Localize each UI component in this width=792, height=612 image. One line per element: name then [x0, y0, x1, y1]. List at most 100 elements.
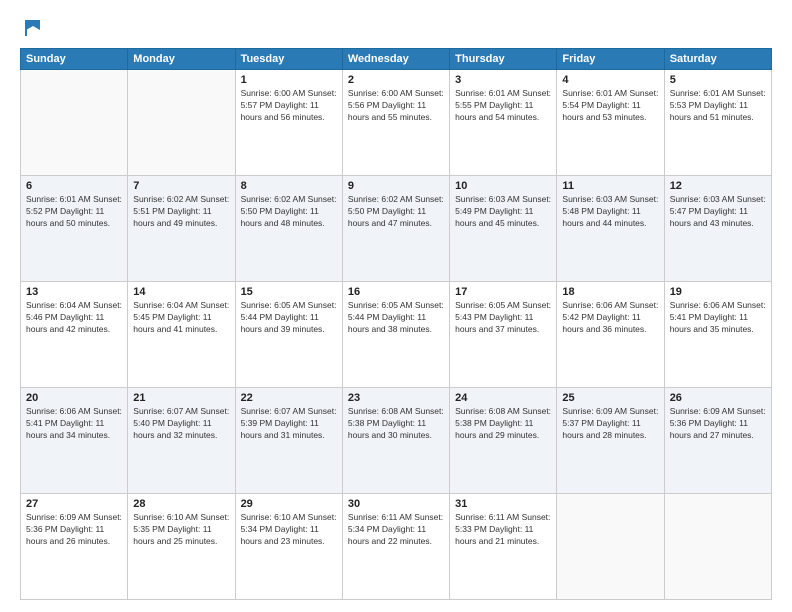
calendar-week-row: 27 Sunrise: 6:09 AM Sunset: 5:36 PM Dayli…: [21, 494, 772, 600]
calendar-day-cell: 27 Sunrise: 6:09 AM Sunset: 5:36 PM Dayli…: [21, 494, 128, 600]
weekday-header-row: SundayMondayTuesdayWednesdayThursdayFrid…: [21, 49, 772, 70]
calendar-day-cell: 25 Sunrise: 6:09 AM Sunset: 5:37 PM Dayli…: [557, 388, 664, 494]
calendar-day-cell: 4 Sunrise: 6:01 AM Sunset: 5:54 PM Daylig…: [557, 70, 664, 176]
day-number: 7: [133, 180, 229, 192]
day-info: Sunrise: 6:09 AM Sunset: 5:36 PM Dayligh…: [670, 406, 766, 442]
day-number: 28: [133, 498, 229, 510]
day-info: Sunrise: 6:11 AM Sunset: 5:33 PM Dayligh…: [455, 512, 551, 548]
day-info: Sunrise: 6:08 AM Sunset: 5:38 PM Dayligh…: [348, 406, 444, 442]
day-number: 4: [562, 74, 658, 86]
calendar-day-cell: 16 Sunrise: 6:05 AM Sunset: 5:44 PM Dayli…: [342, 282, 449, 388]
day-number: 23: [348, 392, 444, 404]
day-info: Sunrise: 6:02 AM Sunset: 5:51 PM Dayligh…: [133, 194, 229, 230]
day-number: 22: [241, 392, 337, 404]
calendar-day-cell: 9Sunrise: 6:02 AM Sunset: 5:50 PM Daylig…: [342, 176, 449, 282]
day-info: Sunrise: 6:04 AM Sunset: 5:46 PM Dayligh…: [26, 300, 122, 336]
day-number: 8: [241, 180, 337, 192]
calendar-day-cell: 26Sunrise: 6:09 AM Sunset: 5:36 PM Dayli…: [664, 388, 771, 494]
day-number: 2: [348, 74, 444, 86]
calendar-day-cell: 20 Sunrise: 6:06 AM Sunset: 5:41 PM Dayli…: [21, 388, 128, 494]
day-number: 1: [241, 74, 337, 86]
day-info: Sunrise: 6:01 AM Sunset: 5:55 PM Dayligh…: [455, 88, 551, 124]
day-number: 21: [133, 392, 229, 404]
calendar-day-cell: 15Sunrise: 6:05 AM Sunset: 5:44 PM Dayli…: [235, 282, 342, 388]
weekday-header-sunday: Sunday: [21, 49, 128, 70]
day-number: 17: [455, 286, 551, 298]
day-info: Sunrise: 6:03 AM Sunset: 5:48 PM Dayligh…: [562, 194, 658, 230]
day-info: Sunrise: 6:01 AM Sunset: 5:54 PM Dayligh…: [562, 88, 658, 124]
calendar-day-cell: [557, 494, 664, 600]
weekday-header-thursday: Thursday: [450, 49, 557, 70]
day-number: 19: [670, 286, 766, 298]
day-info: Sunrise: 6:11 AM Sunset: 5:34 PM Dayligh…: [348, 512, 444, 548]
day-number: 18: [562, 286, 658, 298]
weekday-header-saturday: Saturday: [664, 49, 771, 70]
day-number: 27: [26, 498, 122, 510]
day-number: 15: [241, 286, 337, 298]
day-info: Sunrise: 6:00 AM Sunset: 5:56 PM Dayligh…: [348, 88, 444, 124]
calendar-day-cell: 12 Sunrise: 6:03 AM Sunset: 5:47 PM Dayli…: [664, 176, 771, 282]
day-info: Sunrise: 6:09 AM Sunset: 5:37 PM Dayligh…: [562, 406, 658, 442]
calendar-day-cell: 29 Sunrise: 6:10 AM Sunset: 5:34 PM Dayli…: [235, 494, 342, 600]
calendar-day-cell: 5 Sunrise: 6:01 AM Sunset: 5:53 PM Daylig…: [664, 70, 771, 176]
calendar-week-row: 1 Sunrise: 6:00 AM Sunset: 5:57 PM Daylig…: [21, 70, 772, 176]
calendar-day-cell: 23 Sunrise: 6:08 AM Sunset: 5:38 PM Dayli…: [342, 388, 449, 494]
weekday-header-tuesday: Tuesday: [235, 49, 342, 70]
day-number: 31: [455, 498, 551, 510]
day-info: Sunrise: 6:07 AM Sunset: 5:40 PM Dayligh…: [133, 406, 229, 442]
day-number: 16: [348, 286, 444, 298]
day-number: 11: [562, 180, 658, 192]
calendar-day-cell: 14 Sunrise: 6:04 AM Sunset: 5:45 PM Dayli…: [128, 282, 235, 388]
day-number: 5: [670, 74, 766, 86]
weekday-header-friday: Friday: [557, 49, 664, 70]
day-info: Sunrise: 6:03 AM Sunset: 5:47 PM Dayligh…: [670, 194, 766, 230]
calendar-day-cell: 7 Sunrise: 6:02 AM Sunset: 5:51 PM Daylig…: [128, 176, 235, 282]
logo-general: [20, 16, 44, 38]
day-info: Sunrise: 6:09 AM Sunset: 5:36 PM Dayligh…: [26, 512, 122, 548]
calendar-day-cell: 22 Sunrise: 6:07 AM Sunset: 5:39 PM Dayli…: [235, 388, 342, 494]
day-number: 12: [670, 180, 766, 192]
calendar-table: SundayMondayTuesdayWednesdayThursdayFrid…: [20, 48, 772, 600]
day-number: 30: [348, 498, 444, 510]
day-info: Sunrise: 6:03 AM Sunset: 5:49 PM Dayligh…: [455, 194, 551, 230]
day-info: Sunrise: 6:05 AM Sunset: 5:43 PM Dayligh…: [455, 300, 551, 336]
day-info: Sunrise: 6:10 AM Sunset: 5:34 PM Dayligh…: [241, 512, 337, 548]
day-number: 29: [241, 498, 337, 510]
day-number: 13: [26, 286, 122, 298]
day-info: Sunrise: 6:00 AM Sunset: 5:57 PM Dayligh…: [241, 88, 337, 124]
day-info: Sunrise: 6:10 AM Sunset: 5:35 PM Dayligh…: [133, 512, 229, 548]
calendar-day-cell: 31 Sunrise: 6:11 AM Sunset: 5:33 PM Dayli…: [450, 494, 557, 600]
calendar-day-cell: 10 Sunrise: 6:03 AM Sunset: 5:49 PM Dayli…: [450, 176, 557, 282]
weekday-header-monday: Monday: [128, 49, 235, 70]
day-number: 6: [26, 180, 122, 192]
day-number: 14: [133, 286, 229, 298]
day-number: 20: [26, 392, 122, 404]
calendar-day-cell: 18Sunrise: 6:06 AM Sunset: 5:42 PM Dayli…: [557, 282, 664, 388]
day-info: Sunrise: 6:05 AM Sunset: 5:44 PM Dayligh…: [348, 300, 444, 336]
calendar-day-cell: 11 Sunrise: 6:03 AM Sunset: 5:48 PM Dayli…: [557, 176, 664, 282]
day-number: 9: [348, 180, 444, 192]
day-info: Sunrise: 6:08 AM Sunset: 5:38 PM Dayligh…: [455, 406, 551, 442]
calendar-day-cell: 21 Sunrise: 6:07 AM Sunset: 5:40 PM Dayli…: [128, 388, 235, 494]
day-info: Sunrise: 6:06 AM Sunset: 5:41 PM Dayligh…: [670, 300, 766, 336]
day-info: Sunrise: 6:01 AM Sunset: 5:53 PM Dayligh…: [670, 88, 766, 124]
header: [20, 16, 772, 38]
day-info: Sunrise: 6:04 AM Sunset: 5:45 PM Dayligh…: [133, 300, 229, 336]
logo-flag-icon: [22, 16, 44, 38]
calendar-day-cell: 1 Sunrise: 6:00 AM Sunset: 5:57 PM Daylig…: [235, 70, 342, 176]
calendar-day-cell: [664, 494, 771, 600]
page: SundayMondayTuesdayWednesdayThursdayFrid…: [0, 0, 792, 612]
calendar-day-cell: 19 Sunrise: 6:06 AM Sunset: 5:41 PM Dayli…: [664, 282, 771, 388]
calendar-day-cell: 17 Sunrise: 6:05 AM Sunset: 5:43 PM Dayli…: [450, 282, 557, 388]
day-info: Sunrise: 6:07 AM Sunset: 5:39 PM Dayligh…: [241, 406, 337, 442]
day-info: Sunrise: 6:06 AM Sunset: 5:41 PM Dayligh…: [26, 406, 122, 442]
calendar-day-cell: 24Sunrise: 6:08 AM Sunset: 5:38 PM Dayli…: [450, 388, 557, 494]
day-info: Sunrise: 6:02 AM Sunset: 5:50 PM Dayligh…: [241, 194, 337, 230]
calendar-day-cell: 8 Sunrise: 6:02 AM Sunset: 5:50 PM Daylig…: [235, 176, 342, 282]
calendar-week-row: 6Sunrise: 6:01 AM Sunset: 5:52 PM Daylig…: [21, 176, 772, 282]
calendar-day-cell: 13 Sunrise: 6:04 AM Sunset: 5:46 PM Dayli…: [21, 282, 128, 388]
calendar-day-cell: 2 Sunrise: 6:00 AM Sunset: 5:56 PM Daylig…: [342, 70, 449, 176]
weekday-header-wednesday: Wednesday: [342, 49, 449, 70]
day-number: 25: [562, 392, 658, 404]
day-number: 10: [455, 180, 551, 192]
